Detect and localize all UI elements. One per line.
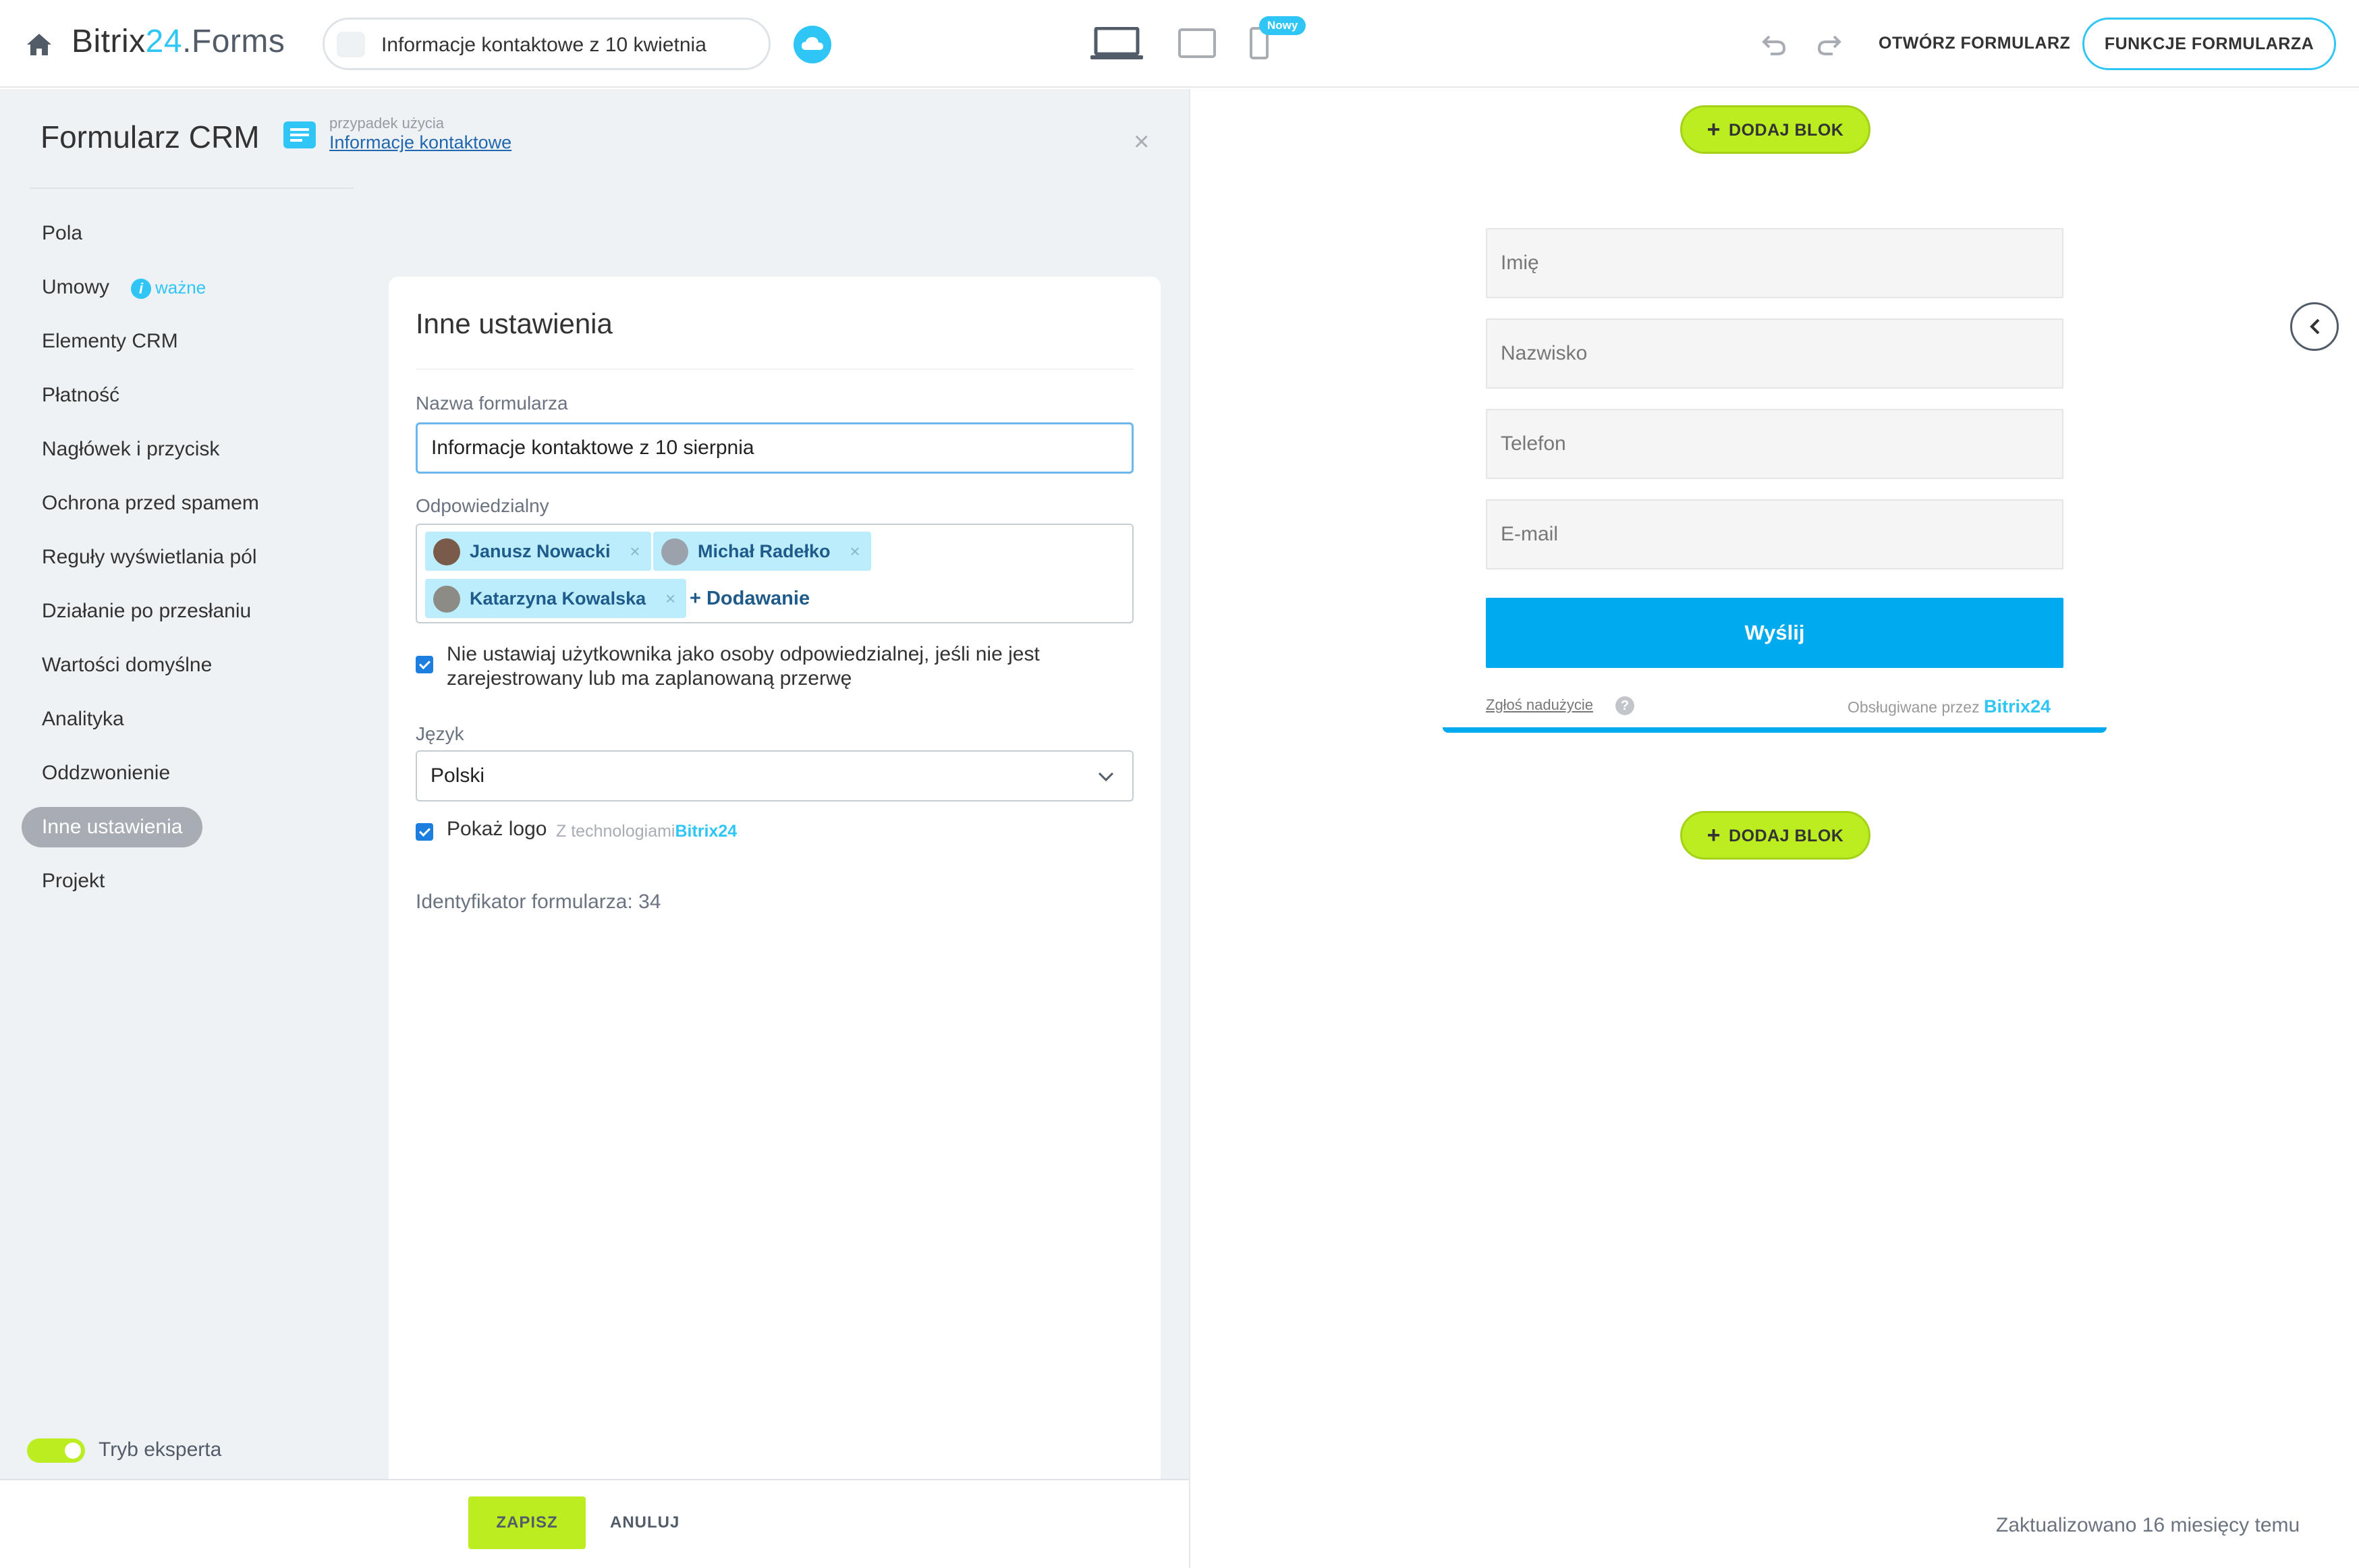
settings-card: Inne ustawienia Nazwa formularza Informa… [389,277,1161,1568]
field-last-name[interactable]: Nazwisko [1486,318,2063,389]
user-tag[interactable]: Katarzyna Kowalska × [425,579,687,618]
panel-title: Formularz CRM [40,119,260,155]
add-block-button[interactable]: + DODAJ BLOK [1680,105,1870,154]
form-title-pill[interactable]: Informacje kontaktowe z 10 kwietnia [323,18,771,70]
show-logo-label: Pokaż logo [447,818,547,840]
top-bar: Bitrix24.Forms Informacje kontaktowe z 1… [0,0,2359,88]
nav-item-platnosc[interactable]: Płatność [22,374,345,428]
remove-icon[interactable]: × [665,579,675,618]
form-functions-button[interactable]: FUNKCJE FORMULARZA [2082,18,2336,70]
avatar [433,538,460,565]
info-icon: i [131,279,152,300]
form-underline [1443,727,2107,733]
show-logo-checkbox[interactable] [416,823,433,841]
nav-item-elementy-crm[interactable]: Elementy CRM [22,320,345,374]
chevron-down-icon [1098,772,1114,782]
cloud-icon[interactable] [794,26,831,63]
expert-mode-toggle[interactable] [27,1438,85,1463]
form-name-label: Nazwa formularza [416,393,568,414]
plus-icon: + [1706,117,1721,142]
brand-logo[interactable]: Bitrix24.Forms [72,23,285,60]
help-icon[interactable]: ? [1615,696,1634,715]
nav-item-projekt[interactable]: Projekt [22,860,345,914]
new-badge: Nowy [1259,16,1306,35]
close-icon[interactable]: × [1134,127,1149,157]
cancel-button[interactable]: ANULUJ [610,1496,679,1549]
undo-icon[interactable] [1761,31,1788,58]
tablet-icon[interactable] [1178,28,1216,58]
card-title: Inne ustawienia [416,308,613,339]
card-divider [416,368,1134,370]
responsible-label: Odpowiedzialny [416,495,549,516]
nav-item-pola[interactable]: Pola [22,212,345,266]
field-first-name[interactable]: Imię [1486,228,2063,298]
nav-item-naglowek[interactable]: Nagłówek i przycisk [22,428,345,482]
send-button[interactable]: Wyślij [1486,598,2063,668]
remove-icon[interactable]: × [630,532,640,571]
add-user-button[interactable]: + Dodawanie [690,579,810,618]
field-email[interactable]: E-mail [1486,499,2063,569]
nav-item-oddzwonienie[interactable]: Oddzwonienie [22,752,345,806]
language-value: Polski [431,764,485,787]
report-abuse-link[interactable]: Zgłoś nadużycie [1486,696,1593,714]
language-label: Język [416,723,464,744]
important-badge[interactable]: i ważne [131,266,206,309]
remove-icon[interactable]: × [850,532,860,571]
expert-mode-label: Tryb eksperta [99,1438,222,1461]
save-button[interactable]: ZAPISZ [468,1496,586,1549]
user-tag[interactable]: Janusz Nowacki × [425,532,651,571]
avatar [433,586,460,613]
chevron-left-icon[interactable] [2290,302,2339,351]
redo-icon[interactable] [1815,31,1842,58]
show-logo-sub: Z technologiamiBitrix24 [556,822,738,841]
responsible-selector[interactable]: Janusz Nowacki × Michał Radełko × Katarz… [416,524,1134,623]
open-form-link[interactable]: OTWÓRZ FORMULARZ [1879,34,2070,53]
updated-status: Zaktualizowano 16 miesięcy temu [1996,1514,2300,1536]
no-assign-label: Nie ustawiaj użytkownika jako osoby odpo… [447,643,1040,690]
image-icon [337,32,365,57]
home-icon[interactable] [26,32,53,57]
nav-divider [30,188,354,189]
nav-item-dzialanie[interactable]: Działanie po przesłaniu [22,590,345,644]
language-select[interactable]: Polski [416,750,1134,802]
no-assign-checkbox[interactable] [416,656,433,673]
use-case-link[interactable]: Informacje kontaktowe [329,132,511,153]
add-block-button[interactable]: + DODAJ BLOK [1680,811,1870,860]
avatar [661,538,688,565]
nav-item-ochrona[interactable]: Ochrona przed spamem [22,482,345,536]
settings-nav: Pola Umowy i ważne Elementy CRM Płatność N… [22,212,345,914]
form-name-input[interactable]: Informacje kontaktowe z 10 sierpnia [416,422,1134,474]
laptop-icon[interactable] [1090,27,1143,61]
plus-icon: + [1706,822,1721,848]
nav-item-inne-ustawienia[interactable]: Inne ustawienia [22,806,345,860]
form-title: Informacje kontaktowe z 10 kwietnia [381,34,706,56]
footer-bar: ZAPISZ ANULUJ [0,1479,1189,1568]
user-tag[interactable]: Michał Radełko × [653,532,871,571]
nav-item-reguly[interactable]: Reguły wyświetlania pól [22,536,345,590]
powered-by: Obsługiwane przez Bitrix24 [1848,696,2051,717]
settings-panel: Formularz CRM przypadek użycia Informacj… [0,89,1189,1568]
nav-item-analityka[interactable]: Analityka [22,698,345,752]
nav-item-wartosci[interactable]: Wartości domyślne [22,644,345,698]
nav-item-umowy[interactable]: Umowy i ważne [22,266,345,320]
field-phone[interactable]: Telefon [1486,409,2063,479]
use-case-label: przypadek użycia [329,115,444,132]
use-case-icon [283,121,316,148]
form-id: Identyfikator formularza: 34 [416,891,661,913]
form-preview: + DODAJ BLOK Imię Nazwisko Telefon E-mail… [1189,89,2359,1568]
